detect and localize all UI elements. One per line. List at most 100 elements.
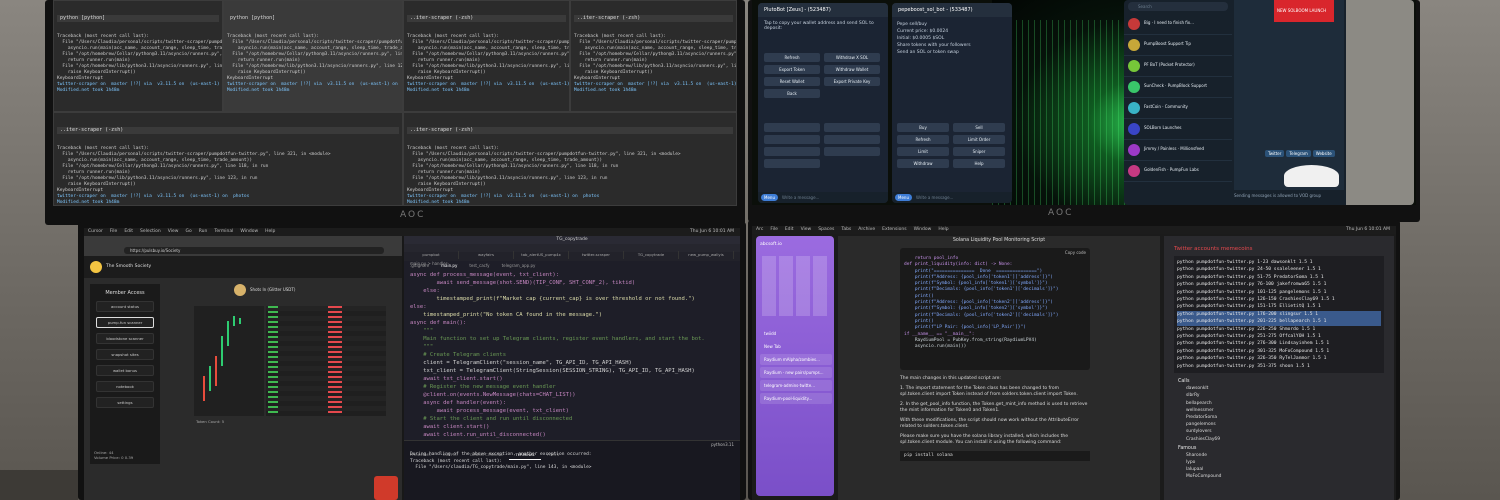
stat-line: Volume Price: 0 0.39 xyxy=(94,455,134,460)
menu-item[interactable]: Arc xyxy=(756,227,763,232)
keyboard-button[interactable]: Export Private Key xyxy=(824,77,880,86)
keyboard-button[interactable]: Buy xyxy=(897,123,949,132)
code-line: """ xyxy=(410,344,434,350)
chat-list-item[interactable]: PumpBoost Support Tip xyxy=(1124,35,1232,56)
menu-item[interactable]: Edit xyxy=(124,229,133,234)
keyboard-button[interactable]: Refresh xyxy=(764,53,820,62)
sidebar-tab[interactable]: Raydium mAlpha/zombies... xyxy=(760,354,832,365)
sidebar-tab[interactable]: Raydium-pool-liquidity... xyxy=(760,393,832,404)
menu-item[interactable]: Go xyxy=(185,229,191,234)
menu-item[interactable]: Help xyxy=(938,227,948,232)
menu-item[interactable]: Window xyxy=(914,227,932,232)
project-tab[interactable]: new_pump_wallyis xyxy=(679,251,734,259)
keyboard-button-repeat[interactable] xyxy=(764,135,820,144)
message-input[interactable]: Menu Write a message... xyxy=(892,192,1012,203)
keyboard-button[interactable]: Withdraw X SOL xyxy=(824,53,880,62)
terminal-pane-3[interactable]: ..iter-scraper (-zsh) Traceback (most re… xyxy=(403,0,570,112)
menu-item[interactable]: Archive xyxy=(858,227,875,232)
project-tab[interactable]: TG_copytrade xyxy=(624,251,679,259)
menu-item[interactable]: Window xyxy=(240,229,258,234)
sidebar-item[interactable]: snapshot sites xyxy=(96,349,154,360)
sidebar-item[interactable]: account status xyxy=(96,301,154,312)
keyboard-button-repeat[interactable] xyxy=(764,123,820,132)
note-line: python pumpdotfun-twitter.py 351-375 sho… xyxy=(1177,363,1310,369)
menu-item[interactable]: Spaces xyxy=(818,227,834,232)
keyboard-button-repeat[interactable] xyxy=(764,147,820,156)
terminal-pane-5[interactable]: ..iter-scraper (-zsh) Traceback (most re… xyxy=(53,112,403,206)
notes-title: Twitter accounts memecoins xyxy=(1174,246,1253,252)
menu-item[interactable]: File xyxy=(110,229,118,234)
sidebar-items: account status pump.fun scanner bloodstone… xyxy=(90,301,160,408)
sidebar-item[interactable]: bloodstone scanner xyxy=(96,333,154,344)
keyboard-button[interactable]: Withdraw Wallet xyxy=(824,65,880,74)
menu-item[interactable]: View xyxy=(168,229,179,234)
sidebar-item[interactable]: notebook xyxy=(96,381,154,392)
code-line: await txt_client.start() xyxy=(410,376,503,382)
chat-list-item[interactable]: SunCheck · PumpBlock Support xyxy=(1124,77,1232,98)
copy-code-button[interactable]: Copy code xyxy=(1065,250,1086,257)
sidebar-item[interactable]: pump.fun scanner xyxy=(96,317,154,328)
notes-code[interactable]: python pumpdotfun-twitter.py 1-23 dawson… xyxy=(1174,256,1384,374)
chat-list-item[interactable]: GoldenFish · PumpFun Labs xyxy=(1124,161,1232,182)
note-line: python pumpdotfun-twitter.py 101-125 pan… xyxy=(1177,289,1327,295)
chat-list-item[interactable]: SOLBorn Launches xyxy=(1124,119,1232,140)
sidebar-item[interactable]: settings xyxy=(96,397,154,408)
menu-item[interactable]: Extensions xyxy=(882,227,906,232)
code-area[interactable]: async def process_message(event, txt_cli… xyxy=(404,268,740,454)
menu-item[interactable]: Edit xyxy=(785,227,794,232)
link-button[interactable]: Website xyxy=(1312,150,1335,157)
keyboard-button[interactable]: Back xyxy=(764,89,820,98)
note-line: python pumpdotfun-twitter.py 226-250 Shm… xyxy=(1177,326,1316,332)
keyboard-button[interactable]: Refresh xyxy=(897,135,949,144)
menu-item[interactable]: Help xyxy=(265,229,275,234)
sidebar-tab[interactable]: twiidd xyxy=(760,328,832,339)
keyboard-button-repeat[interactable] xyxy=(824,123,880,132)
keyboard-button-repeat[interactable] xyxy=(824,135,880,144)
keyboard-button[interactable]: Limit Order xyxy=(953,135,1005,144)
menu-item[interactable]: File xyxy=(770,227,778,232)
address-bar[interactable]: https://pulsbuy.io/Society xyxy=(124,247,384,254)
menu-button[interactable]: Menu xyxy=(895,194,912,201)
sidebar-item[interactable]: wallet bonus xyxy=(96,365,154,376)
keyboard-button[interactable]: Sniper xyxy=(953,147,1005,156)
chat-list-item[interactable]: Jimmy / Painless · Millionsfeed xyxy=(1124,140,1232,161)
terminal-pane-6[interactable]: ..iter-scraper (-zsh) Traceback (most re… xyxy=(403,112,737,206)
menu-item[interactable]: Tabs xyxy=(841,227,851,232)
sidebar-tab[interactable]: telegram-admins-twitte... xyxy=(760,380,832,391)
call-item: bellapearch xyxy=(1186,400,1212,406)
note-line: python pumpdotfun-twitter.py 326-350 RyT… xyxy=(1177,356,1327,362)
keyboard-button[interactable]: Reset Wallet xyxy=(764,77,820,86)
project-tab[interactable]: twitter-scraper xyxy=(569,251,624,259)
keyboard-button-repeat[interactable] xyxy=(764,159,820,168)
keyboard-button[interactable]: Export Token xyxy=(764,65,820,74)
chat-list-item[interactable]: PF BoT (Pocket Protector) xyxy=(1124,56,1232,77)
terminal-pane-body: Traceback (most recent call last): File … xyxy=(574,34,736,94)
terminal-pane-2[interactable]: python [python] Traceback (most recent c… xyxy=(223,0,403,112)
explanation-item: 2. In the get_pool_info function, the To… xyxy=(900,401,1088,414)
sidebar-tab[interactable]: New Tab xyxy=(760,341,832,352)
link-button[interactable]: Telegram xyxy=(1286,150,1311,157)
message-input[interactable]: Menu Write a message... xyxy=(758,192,888,203)
sidebar-tab[interactable]: Raydium · new pairs/pumps... xyxy=(760,367,832,378)
code-line: await client.start() xyxy=(410,424,490,430)
terminal-line: Modified.net took 1h48m xyxy=(407,200,470,205)
terminal-pane-1[interactable]: python [python] Traceback (most recent c… xyxy=(53,0,223,112)
keyboard-button[interactable]: Withdraw xyxy=(897,159,949,168)
link-button[interactable]: Twitter xyxy=(1265,150,1285,157)
keyboard-button[interactable]: Help xyxy=(953,159,1005,168)
menu-item[interactable]: Run xyxy=(199,229,208,234)
banner-text: NEW SOLBOOM LAUNCH xyxy=(1277,8,1327,13)
chat-list-item[interactable]: FastCoin · Community xyxy=(1124,98,1232,119)
menu-button[interactable]: Menu xyxy=(761,194,778,201)
keyboard-button[interactable]: Limit xyxy=(897,147,949,156)
menu-item[interactable]: Cursor xyxy=(88,229,103,234)
menu-item[interactable]: Terminal xyxy=(214,229,233,234)
chat-list-item[interactable]: Big · I need to finish fix... xyxy=(1124,14,1232,35)
keyboard-button-repeat[interactable] xyxy=(824,147,880,156)
menu-item[interactable]: Selection xyxy=(140,229,161,234)
terminal-pane-4[interactable]: ..iter-scraper (-zsh) Traceback (most re… xyxy=(570,0,737,112)
explanation-footer: With these modifications, the script sho… xyxy=(900,417,1079,430)
menu-item[interactable]: View xyxy=(801,227,812,232)
search-input[interactable]: Search xyxy=(1128,2,1228,11)
keyboard-button[interactable]: Sell xyxy=(953,123,1005,132)
